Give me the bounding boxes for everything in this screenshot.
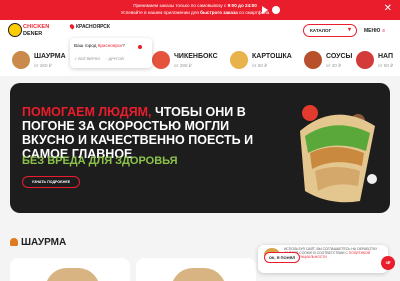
announcement-line1: Принимаем заказы только по самовывозу с (133, 3, 228, 8)
category-name: СОУСЫ (326, 53, 353, 60)
section-heading: ШАУРМА (10, 237, 66, 248)
hero-headline-accent: ПОМОГАЕМ ЛЮДЯМ, (22, 105, 152, 119)
category-price: от 20 ₽ (326, 63, 342, 68)
city-confirm-button[interactable]: ✓ ВСЁ ВЕРНО (74, 57, 100, 61)
category-fries[interactable]: КАРТОШКА от 60 ₽ (226, 47, 306, 73)
category-price: от 260 ₽ (34, 63, 52, 68)
hero-banner: ПОМОГАЕМ ЛЮДЯМ, ЧТОБЫ ОНИ В ПОГОНЕ ЗА СК… (10, 83, 390, 213)
category-chickenbox[interactable]: ЧИКЕНБОКС от 289 ₽ (148, 47, 228, 73)
menu-label: МЕНЮ (364, 28, 381, 34)
popup-dot-icon (138, 45, 142, 49)
category-price: от 60 ₽ (252, 63, 268, 68)
city-change-button[interactable]: ◦ ДРУГОЙ (106, 57, 123, 61)
shawarma-icon (10, 238, 18, 246)
cookie-accept-button[interactable]: ОК, Я ПОНЯЛ (264, 252, 300, 263)
category-price: от 289 ₽ (174, 63, 192, 68)
announcement-hours: 9:00 до 24:00 (227, 3, 257, 8)
category-name: КАРТОШКА (252, 53, 292, 60)
city-question: Ваш город Красноярск? (74, 43, 125, 48)
catalog-label: КАТАЛОГ (310, 28, 332, 33)
hero-headline-line3: ВКУСНО И КАЧЕСТВЕННО ПОЕСТЬ И (22, 133, 254, 147)
category-price: от 50 ₽ (378, 63, 394, 68)
google-play-icon[interactable] (262, 6, 268, 14)
logo-icon (8, 23, 22, 37)
city-question-prefix: Ваш город (74, 43, 98, 48)
section-title: ШАУРМА (21, 237, 67, 248)
shawarma-illustration (300, 105, 377, 203)
close-icon[interactable]: ✕ (384, 3, 392, 15)
hamburger-icon: ≡ (382, 28, 386, 34)
shawarma-thumbnail (12, 51, 30, 69)
category-shawarma[interactable]: ШАУРМА от 260 ₽ (8, 47, 78, 73)
fries-thumbnail (230, 51, 248, 69)
category-sauces[interactable]: СОУСЫ от 20 ₽ (300, 47, 360, 73)
city-label: КРАСНОЯРСК (76, 24, 110, 30)
sauces-thumbnail (304, 51, 322, 69)
catalog-button[interactable]: КАТАЛОГ ▾ (303, 24, 357, 37)
category-drinks[interactable]: НАП от 50 ₽ (352, 47, 400, 73)
category-name: ЧИКЕНБОКС (174, 53, 218, 60)
location-pin-icon (68, 23, 76, 30)
site-header: CHICKEN DENER КРАСНОЯРСК КАТАЛОГ ▾ МЕНЮ ≡ (0, 20, 400, 44)
city-confirm-popup: Ваш город Красноярск? ✓ ВСЁ ВЕРНО ◦ ДРУГ… (70, 38, 152, 68)
apple-store-icon[interactable] (272, 6, 280, 14)
product-card[interactable] (10, 258, 130, 281)
product-image (171, 268, 226, 281)
city-question-suffix: ? (122, 43, 125, 48)
logo[interactable]: CHICKEN DENER (8, 23, 50, 41)
menu-button[interactable]: МЕНЮ ≡ (364, 28, 385, 34)
drinks-thumbnail (356, 51, 374, 69)
category-name: НАП (378, 53, 394, 60)
announcement-highlight: быстрого заказа (200, 10, 238, 15)
hero-headline-line2: ПОГОНЕ ЗА СКОРОСТЬЮ МОГЛИ (22, 119, 230, 133)
hero-headline-line1: ЧТОБЫ ОНИ В (151, 105, 246, 119)
city-question-city: Красноярск (97, 43, 123, 48)
logo-text-line1: CHICKEN (23, 24, 50, 30)
product-image (45, 268, 100, 281)
logo-text-line2: DENER (23, 31, 43, 37)
chickenbox-thumbnail (152, 51, 170, 69)
cart-button[interactable]: 0₽ (381, 256, 395, 270)
learn-more-button[interactable]: УЗНАТЬ ПОДРОБНЕЕ (22, 176, 80, 188)
product-card[interactable] (136, 258, 256, 281)
hero-subheadline: БЕЗ ВРЕДА ДЛЯ ЗДОРОВЬЯ (22, 155, 178, 167)
chevron-down-icon: ▾ (347, 27, 351, 33)
city-selector[interactable]: КРАСНОЯРСК (68, 23, 110, 30)
category-strip: ШАУРМА от 260 ₽ ЧИКЕНБОКС от 289 ₽ КАРТО… (0, 44, 400, 76)
announcement-bar: Принимаем заказы только по самовывозу с … (0, 0, 400, 20)
hero-headline: ПОМОГАЕМ ЛЮДЯМ, ЧТОБЫ ОНИ В ПОГОНЕ ЗА СК… (22, 105, 272, 161)
category-name: ШАУРМА (34, 53, 66, 60)
announcement-line2: Успевайте в нашем приложении для (120, 10, 201, 15)
